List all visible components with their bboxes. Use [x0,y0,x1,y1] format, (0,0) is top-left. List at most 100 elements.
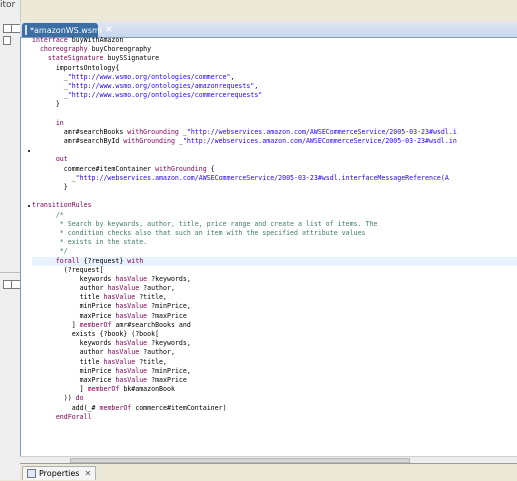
code-line[interactable]: author hasValue ?author, [32,284,517,293]
close-icon[interactable]: ✕ [84,469,91,478]
code-line[interactable]: _"http://www.wsmo.org/ontologies/commerc… [32,73,517,82]
code-token: buyWithAmazon [67,36,124,44]
code-line[interactable]: endForall [32,413,517,422]
code-line[interactable]: interface buyWithAmazon [32,36,517,45]
code-line[interactable]: /* [32,211,517,220]
code-line[interactable]: minPrice hasValue ?minPrice, [32,367,517,376]
code-line[interactable]: keywords hasValue ?keywords, [32,339,517,348]
code-line[interactable]: * Search by keywords, author, title, pri… [32,220,517,229]
code-line[interactable]: maxPrice hasValue ?maxPrice [32,312,517,321]
code-token: } [32,183,68,191]
string-token: "http://www.wsmo.org/ontologies/commerce… [67,91,263,100]
code-token: , [254,81,259,90]
tab-amazonws-wsml[interactable]: *amazonWS.wsml ✕ [22,23,113,37]
code-line[interactable]: */ [32,247,517,256]
tab-label: *amazonWS.wsml [30,25,103,35]
view-menu-icon[interactable] [3,36,11,45]
code-token: ?maxPrice [147,375,187,384]
code-area[interactable]: interface buyWithAmazon choreography buy… [32,36,517,422]
keyword-token: hasValue [103,357,136,366]
keyword-token: hasValue [115,375,148,384]
keyword-token: hasValue [115,366,148,375]
code-token: maxPrice [32,311,116,320]
code-token: maxPrice [32,375,116,384]
keyword-token: out [55,155,68,164]
keyword-token: hasValue [103,293,136,302]
code-line[interactable]: transitionRules [32,201,517,210]
keyword-token: hasValue [107,284,140,293]
code-line[interactable]: out [32,155,517,164]
keyword-token: hasValue [115,274,148,283]
code-line[interactable]: maxPrice hasValue ?maxPrice [32,376,517,385]
code-token: ?author, [139,284,175,293]
code-line[interactable]: title hasValue ?title, [32,293,517,302]
code-token: ?minPrice, [147,302,191,311]
code-line[interactable]: author hasValue ?author, [32,348,517,357]
code-line[interactable] [32,110,517,119]
code-token: add(_# [32,403,100,412]
code-line[interactable]: title hasValue ?title, [32,358,517,367]
code-line[interactable]: )) do [32,394,517,403]
close-icon[interactable]: ✕ [105,25,113,35]
left-panel-title: itor [0,0,16,10]
code-line[interactable]: _"http://webservices.amazon.com/AWSEComm… [32,174,517,183]
code-line[interactable]: add(_# memberOf commerce#itemContainer) [32,404,517,413]
fold-marker-icon[interactable] [28,205,30,207]
code-line[interactable]: (?request[ [32,266,517,275]
code-line[interactable]: forall {?request} with [32,256,517,266]
code-line[interactable]: importsOntology{ [32,64,517,73]
code-line[interactable]: ] memberOf amr#searchBooks and [32,321,517,330]
code-line[interactable]: } [32,100,517,109]
tab-properties[interactable]: Properties ✕ [22,466,97,480]
code-token: buySSignature [103,54,160,63]
keyword-token: withGrounding [123,137,175,146]
code-token: _ [32,81,68,90]
code-token: commerce#itemContainer [32,164,156,173]
code-line[interactable]: _"http://www.wsmo.org/ontologies/amazonr… [32,82,517,91]
panel-divider [0,272,20,273]
code-token: ?keywords, [147,339,191,348]
code-line[interactable]: exists {?book} (?book[ [32,330,517,339]
fold-marker-icon[interactable] [28,150,30,152]
code-line[interactable]: minPrice hasValue ?minPrice, [32,302,517,311]
keyword-token: withGrounding [127,127,179,136]
code-line[interactable] [32,192,517,201]
code-line[interactable]: ] memberOf bk#amazonBook [32,385,517,394]
code-line[interactable]: amr#searchBooks withGrounding _"http://w… [32,128,517,137]
string-token: "http://www.wsmo.org/ontologies/commerce… [67,72,231,81]
code-line[interactable] [32,146,517,155]
code-line[interactable]: } [32,183,517,192]
code-token: _ [32,173,76,182]
code-token: ] [32,320,80,329]
properties-view-bar: Properties ✕ [20,463,517,481]
string-token: "http://webservices.amazon.com/AWSEComme… [75,173,449,182]
code-line[interactable]: * condition checks also that such an ite… [32,229,517,238]
code-line[interactable]: commerce#itemContainer withGrounding { [32,165,517,174]
code-line[interactable]: _"http://www.wsmo.org/ontologies/commerc… [32,91,517,100]
keyword-token: hasValue [115,339,148,348]
file-icon [25,25,27,35]
code-line[interactable]: stateSignature buySSignature [32,54,517,63]
code-token: )) [32,394,76,403]
code-line[interactable]: in [32,119,517,128]
code-token: ?author, [139,348,175,357]
code-token: author [32,284,108,293]
code-line[interactable]: * exists in the state. [32,238,517,247]
code-line[interactable]: choreography buyChoreography [32,45,517,54]
comment-token: */ [59,247,68,256]
code-token: keywords [32,339,116,348]
code-token: keywords [32,274,116,283]
string-token: "http://webservices.amazon.com/AWSEComme… [182,137,457,146]
code-token: ?keywords, [147,274,191,283]
code-line[interactable]: keywords hasValue ?keywords, [32,275,517,284]
code-token: _ [178,127,187,136]
string-token: "http://www.wsmo.org/ontologies/amazonre… [67,81,255,90]
keyword-token: stateSignature [47,54,104,63]
code-line[interactable]: amr#searchById withGrounding _"http://we… [32,137,517,146]
